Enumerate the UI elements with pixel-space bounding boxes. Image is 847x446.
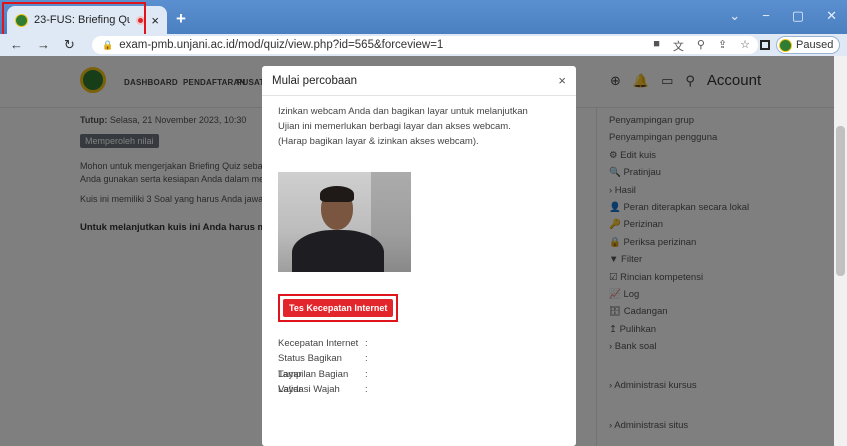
webcam-preview — [278, 171, 411, 272]
modal-body: Izinkan webcam Anda dan bagikan layar un… — [262, 96, 576, 406]
status-label: Validasi Wajah — [278, 384, 340, 396]
browser-toolbar-right: Paused ⋮ — [760, 36, 847, 54]
status-row-screen-share: Status Bagikan Layar : — [278, 351, 560, 380]
modal-title: Mulai percobaan — [272, 74, 358, 87]
url-field[interactable]: 🔒 exam-pmb.unjani.ac.id/mod/quiz/view.ph… — [92, 36, 758, 54]
tab-highlight-box — [2, 2, 146, 36]
profile-status: Paused — [796, 39, 834, 51]
camera-icon[interactable]: ■ — [653, 38, 660, 54]
lock-icon[interactable]: 🔒 — [102, 40, 113, 51]
status-row-face-validation: Validasi Wajah : — [278, 382, 560, 398]
address-bar-row: ← → ↻ 🔒 exam-pmb.unjani.ac.id/mod/quiz/v… — [0, 34, 847, 56]
intro-line-3: (Harap bagikan layar & izinkan akses web… — [278, 136, 479, 148]
url-text: exam-pmb.unjani.ac.id/mod/quiz/view.php?… — [119, 39, 444, 51]
side-panel-icon[interactable] — [760, 40, 770, 50]
url-bar-icons: ■ 文 ⚲ ⇪ ☆ — [653, 38, 750, 54]
page-scrollbar[interactable] — [834, 56, 847, 446]
status-label: Status Bagikan Layar — [278, 353, 342, 380]
maximize-button[interactable]: ▢ — [792, 8, 804, 24]
browser-tab-bar: 23-FUS: Briefing Quiz × + ⌄ − ▢ ✕ — [0, 0, 847, 36]
permission-instructions: Izinkan webcam Anda dan bagikan layar un… — [278, 104, 560, 150]
intro-line-2: Ujian ini memerlukan berbagi layar dan a… — [278, 121, 511, 133]
status-separator: : — [365, 368, 368, 380]
speed-test-button[interactable]: Tes Kecepatan Internet — [283, 298, 394, 317]
modal-header: Mulai percobaan × — [262, 66, 576, 96]
forward-icon[interactable]: → — [37, 37, 50, 53]
window-controls: ⌄ − ▢ ✕ — [729, 8, 837, 24]
status-row-internet-speed: Kecepatan Internet : — [278, 336, 560, 352]
status-label: Tampilan Bagian Layar — [278, 368, 349, 396]
new-tab-button[interactable]: + — [176, 9, 186, 29]
status-row-screen-view: Tampilan Bagian Layar : — [278, 367, 560, 396]
minimize-button[interactable]: − — [762, 8, 770, 24]
zoom-icon[interactable]: ⚲ — [697, 38, 705, 54]
scrollbar-thumb[interactable] — [836, 126, 845, 276]
speed-test-highlight-box: Tes Kecepatan Internet — [278, 293, 399, 322]
status-separator: : — [365, 353, 368, 365]
back-icon[interactable]: ← — [10, 37, 23, 53]
nav-buttons: ← → ↻ — [0, 37, 92, 53]
tab-close-icon[interactable]: × — [151, 14, 159, 27]
webcam-person-body — [292, 229, 384, 272]
close-window-button[interactable]: ✕ — [826, 8, 837, 24]
webcam-person-hair — [320, 185, 354, 202]
status-label: Kecepatan Internet — [278, 337, 359, 349]
modal-close-icon[interactable]: × — [558, 73, 566, 88]
status-separator: : — [365, 384, 368, 396]
profile-avatar-icon — [779, 38, 792, 52]
status-separator: : — [365, 337, 368, 349]
intro-line-1: Izinkan webcam Anda dan bagikan layar un… — [278, 106, 528, 117]
reload-icon[interactable]: ↻ — [64, 37, 75, 53]
tab-search-icon[interactable]: ⌄ — [729, 8, 740, 24]
translate-icon[interactable]: 文 — [673, 38, 684, 54]
start-attempt-modal: Mulai percobaan × Izinkan webcam Anda da… — [262, 66, 576, 446]
status-list: Kecepatan Internet : Status Bagikan Laya… — [278, 336, 560, 398]
share-icon[interactable]: ⇪ — [718, 38, 727, 54]
bookmark-star-icon[interactable]: ☆ — [740, 38, 750, 54]
profile-button[interactable]: Paused — [776, 36, 841, 54]
